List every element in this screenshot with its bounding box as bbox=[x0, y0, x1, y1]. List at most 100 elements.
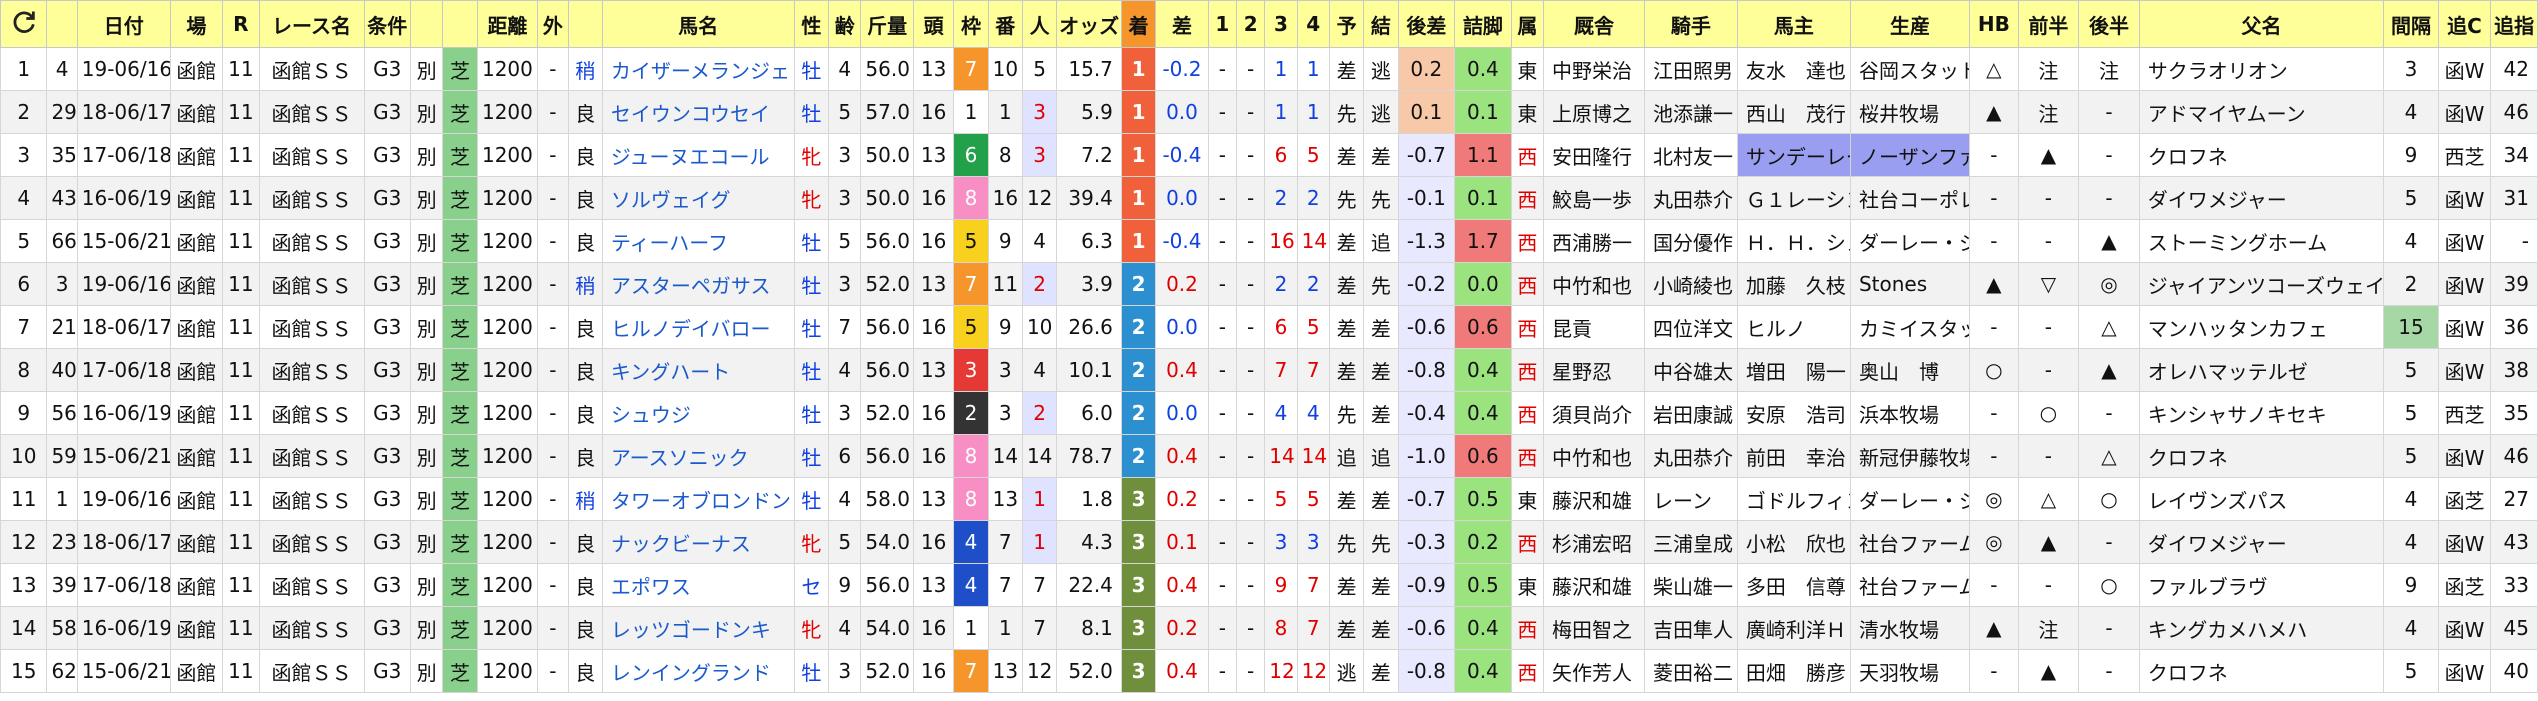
breeder: 清水牧場 bbox=[1849, 606, 1971, 650]
table-row[interactable]: 12 23 18-06/17 函館 11 函館ＳＳ G3 別芝 1200- 良ナックビーナス牝 5 5… bbox=[0, 520, 2538, 564]
table-row[interactable]: 11 1 19-06/16 函館 11 函館ＳＳ G3 別芝 1200- 稍タワーオブロンドン牡 4… bbox=[0, 477, 2538, 521]
col-track[interactable] bbox=[567, 0, 603, 48]
second-half-mark: ▲ bbox=[2078, 219, 2140, 263]
hb-mark: - bbox=[1969, 219, 2019, 263]
col-waku[interactable]: 枠 bbox=[953, 0, 989, 48]
odds: 3.9 bbox=[1056, 262, 1122, 306]
race-r: 11 bbox=[222, 219, 260, 263]
refresh-icon[interactable] bbox=[10, 8, 38, 36]
col-agari[interactable]: 後差 bbox=[1397, 0, 1456, 48]
table-row[interactable]: 2 29 18-06/17 函館 11 函館ＳＳ G3 別芝 1200- 良セイウンコウセイ牡 5 5… bbox=[0, 90, 2538, 134]
col-yo[interactable]: 予 bbox=[1328, 0, 1365, 48]
table-row[interactable]: 4 43 16-06/19 函館 11 函館ＳＳ G3 別芝 1200- 良ソルヴェイグ牝 3 50.… bbox=[0, 176, 2538, 220]
horse-name[interactable]: レンイングランド bbox=[601, 649, 795, 693]
horse-name[interactable]: キングハート bbox=[601, 348, 795, 392]
col-breeder[interactable]: 生産 bbox=[1849, 0, 1971, 48]
col-race[interactable]: レース名 bbox=[258, 0, 365, 48]
col-kou[interactable]: 後半 bbox=[2078, 0, 2140, 48]
horse-name[interactable]: ナックビーナス bbox=[601, 520, 795, 564]
horse-name[interactable]: シュウジ bbox=[601, 391, 795, 435]
first-half-mark: - bbox=[2017, 434, 2080, 478]
table-row[interactable]: 7 21 18-06/17 函館 11 函館ＳＳ G3 別芝 1200- 良ヒルノデイバロー牡 7 5… bbox=[0, 305, 2538, 349]
breeder: 桜井牧場 bbox=[1849, 90, 1971, 134]
col-cond2[interactable] bbox=[409, 0, 444, 48]
col-idx[interactable] bbox=[46, 0, 78, 48]
affiliation: 西 bbox=[1510, 606, 1544, 650]
col-sex[interactable]: 性 bbox=[793, 0, 830, 48]
col-place[interactable]: 場 bbox=[169, 0, 224, 48]
col-cond[interactable]: 条件 bbox=[363, 0, 412, 48]
col-hb[interactable]: HB bbox=[1969, 0, 2019, 48]
col-weight[interactable]: 斤量 bbox=[860, 0, 914, 48]
col-c4[interactable]: 4 bbox=[1296, 0, 1330, 48]
col-zen[interactable]: 前半 bbox=[2017, 0, 2080, 48]
table-row[interactable]: 6 3 19-06/16 函館 11 函館ＳＳ G3 別芝 1200- 稍アスターペガサス牡 3 52… bbox=[0, 262, 2538, 306]
waku: 3 bbox=[953, 348, 989, 392]
corner-4: 3 bbox=[1296, 520, 1330, 564]
col-dist[interactable]: 距離 bbox=[476, 0, 539, 48]
col-pop[interactable]: 人 bbox=[1021, 0, 1058, 48]
col-c2[interactable]: 2 bbox=[1236, 0, 1266, 48]
col-heads[interactable]: 頭 bbox=[912, 0, 955, 48]
col-oishi[interactable]: 追指 bbox=[2490, 0, 2538, 48]
oikiri-course: 函芝 bbox=[2437, 477, 2492, 521]
col-interval[interactable]: 間隔 bbox=[2383, 0, 2439, 48]
col-ban[interactable]: 番 bbox=[987, 0, 1023, 48]
col-diff[interactable]: 差 bbox=[1155, 0, 1209, 48]
col-finish[interactable]: 着 bbox=[1120, 0, 1157, 48]
col-c3[interactable]: 3 bbox=[1264, 0, 1298, 48]
heads: 13 bbox=[912, 133, 955, 177]
race-date: 17-06/18 bbox=[76, 133, 171, 177]
table-row[interactable]: 1 4 19-06/16 函館 11 函館ＳＳ G3 別芝 1200- 稍カイザーメランジェ牡 4 5… bbox=[0, 47, 2538, 91]
second-half-mark: △ bbox=[2078, 434, 2140, 478]
breeder: 奥山 博 bbox=[1849, 348, 1971, 392]
col-sire[interactable]: 父名 bbox=[2138, 0, 2385, 48]
col-oic[interactable]: 追C bbox=[2437, 0, 2492, 48]
horse-name[interactable]: エポワス bbox=[601, 563, 795, 607]
horse-name[interactable]: ヒルノデイバロー bbox=[601, 305, 795, 349]
col-odds[interactable]: オッズ bbox=[1056, 0, 1122, 48]
col-owner[interactable]: 馬主 bbox=[1736, 0, 1851, 48]
table-row[interactable]: 5 66 15-06/21 函館 11 函館ＳＳ G3 別芝 1200- 良ティーハーフ牡 5 56.… bbox=[0, 219, 2538, 263]
horse-name[interactable]: アスターペガサス bbox=[601, 262, 795, 306]
surface: 芝 bbox=[442, 606, 478, 650]
col-tsume[interactable]: 詰脚 bbox=[1454, 0, 1512, 48]
col-out[interactable]: 外 bbox=[537, 0, 569, 48]
horse-name[interactable]: ソルヴェイグ bbox=[601, 176, 795, 220]
col-age[interactable]: 齢 bbox=[828, 0, 862, 48]
col-r[interactable]: R bbox=[222, 0, 260, 48]
col-stable[interactable]: 厩舎 bbox=[1542, 0, 1645, 48]
col-jockey[interactable]: 騎手 bbox=[1643, 0, 1738, 48]
odds: 4.3 bbox=[1056, 520, 1122, 564]
horse-name[interactable]: セイウンコウセイ bbox=[601, 90, 795, 134]
race-grade: G3 bbox=[363, 348, 412, 392]
horse-name[interactable]: タワーオブロンドン bbox=[601, 477, 795, 521]
forecast-style: 差 bbox=[1328, 348, 1365, 392]
col-date[interactable]: 日付 bbox=[76, 0, 171, 48]
horse-name[interactable]: ティーハーフ bbox=[601, 219, 795, 263]
table-row[interactable]: 3 35 17-06/18 函館 11 函館ＳＳ G3 別芝 1200- 良ジューヌエコール牝 3 5… bbox=[0, 133, 2538, 177]
table-row[interactable]: 8 40 17-06/18 函館 11 函館ＳＳ G3 別芝 1200- 良キングハート牡 4 56.… bbox=[0, 348, 2538, 392]
col-c1[interactable]: 1 bbox=[1207, 0, 1238, 48]
breeder: 社台ファーム bbox=[1849, 563, 1971, 607]
col-zoku[interactable]: 属 bbox=[1510, 0, 1544, 48]
horse-name[interactable]: カイザーメランジェ bbox=[601, 47, 795, 91]
table-row[interactable]: 9 56 16-06/19 函館 11 函館ＳＳ G3 別芝 1200- 良シュウジ牡 3 52.0 1… bbox=[0, 391, 2538, 435]
table-row[interactable]: 13 39 17-06/18 函館 11 函館ＳＳ G3 別芝 1200- 良エポワスセ 9 56.0… bbox=[0, 563, 2538, 607]
col-horse[interactable]: 馬名 bbox=[601, 0, 795, 48]
table-row[interactable]: 15 62 15-06/21 函館 11 函館ＳＳ G3 別芝 1200- 良レンイングランド牡 3… bbox=[0, 649, 2538, 693]
refresh-button[interactable] bbox=[0, 0, 48, 48]
horse-name[interactable]: アースソニック bbox=[601, 434, 795, 478]
corner-4: 4 bbox=[1296, 391, 1330, 435]
race-r: 11 bbox=[222, 434, 260, 478]
race-name: 函館ＳＳ bbox=[258, 47, 365, 91]
first-half-mark: - bbox=[2017, 176, 2080, 220]
table-row[interactable]: 14 58 16-06/19 函館 11 函館ＳＳ G3 別芝 1200- 良レッツゴードンキ牝 4… bbox=[0, 606, 2538, 650]
table-row[interactable]: 10 59 15-06/21 函館 11 函館ＳＳ G3 別芝 1200- 良アースソニック牡 6 5… bbox=[0, 434, 2538, 478]
col-ketsu[interactable]: 結 bbox=[1363, 0, 1399, 48]
col-surface[interactable] bbox=[442, 0, 478, 48]
sire-name: アドマイヤムーン bbox=[2138, 90, 2385, 134]
horse-name[interactable]: レッツゴードンキ bbox=[601, 606, 795, 650]
horse-name[interactable]: ジューヌエコール bbox=[601, 133, 795, 177]
outer: - bbox=[537, 305, 569, 349]
